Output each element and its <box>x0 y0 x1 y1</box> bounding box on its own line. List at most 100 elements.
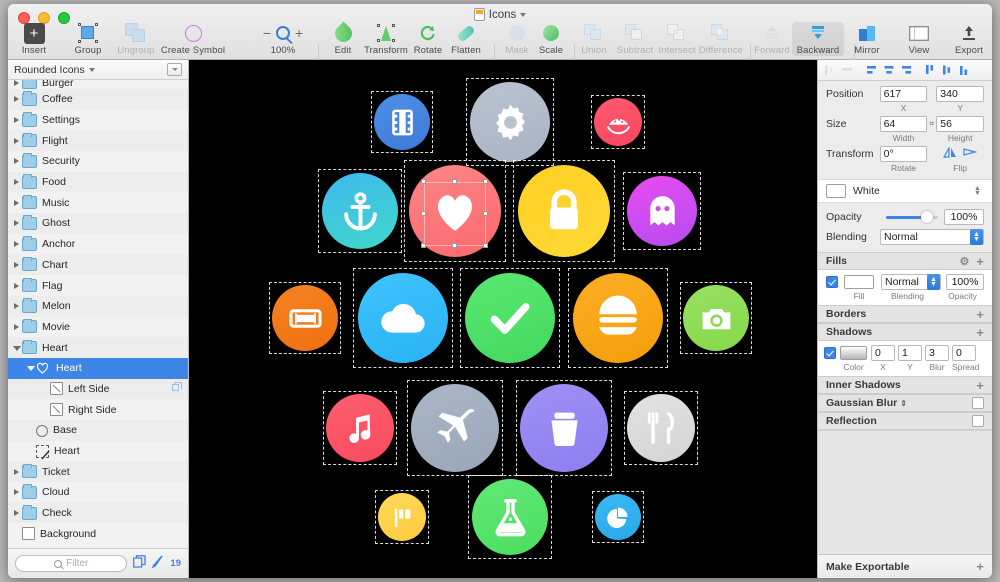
disclosure-triangle[interactable] <box>12 114 21 126</box>
layer-row-left-side[interactable]: Left Side <box>8 378 188 400</box>
burger-icon[interactable] <box>568 268 668 368</box>
shadow-x-input[interactable]: 0 <box>871 345 895 361</box>
check-icon[interactable] <box>460 268 560 368</box>
toolbar-union[interactable]: Union <box>574 22 614 56</box>
shadow-spread-input[interactable]: 0 <box>952 345 976 361</box>
layer-row-melon[interactable]: Melon <box>8 295 188 317</box>
flight-icon[interactable] <box>407 380 503 476</box>
fill-enabled-checkbox[interactable] <box>826 276 838 288</box>
duplicate-icon[interactable] <box>133 554 147 573</box>
layer-row-settings[interactable]: Settings <box>8 110 188 131</box>
food-icon[interactable] <box>624 391 698 465</box>
layer-row-ticket[interactable]: Ticket <box>8 461 188 483</box>
settings-icon[interactable] <box>466 78 554 166</box>
size-height-input[interactable]: 56 <box>936 116 984 132</box>
layer-row-security[interactable]: Security <box>8 151 188 172</box>
opacity-slider[interactable] <box>886 211 938 223</box>
shadow-enabled-checkbox[interactable] <box>824 347 836 359</box>
align-center-button[interactable] <box>881 63 897 78</box>
disclosure-triangle[interactable] <box>12 259 21 271</box>
page-list-button[interactable] <box>167 63 182 76</box>
layer-row-base[interactable]: Base <box>8 420 188 441</box>
cloud-icon[interactable] <box>353 268 453 368</box>
layer-row-coffee[interactable]: Coffee <box>8 89 188 110</box>
layer-row-heart[interactable]: Heart <box>8 337 188 358</box>
layer-row-ghost[interactable]: Ghost <box>8 213 188 234</box>
coffee-icon[interactable] <box>516 380 612 476</box>
disclosure-triangle[interactable] <box>12 80 21 89</box>
search-icon[interactable] <box>276 26 290 40</box>
layer-row-heart[interactable]: Heart <box>8 441 188 462</box>
resize-handle-6[interactable] <box>452 243 457 248</box>
chart-icon[interactable] <box>592 491 644 543</box>
position-y-input[interactable]: 340 <box>936 86 984 102</box>
melon-icon[interactable] <box>591 95 645 149</box>
lock-icon[interactable]: ⌗ <box>927 119 936 129</box>
layer-row-cloud[interactable]: Cloud <box>8 482 188 503</box>
disclosure-triangle[interactable] <box>12 238 21 250</box>
color-stepper[interactable]: ▲ ▼ <box>971 183 984 199</box>
toolbar-create-symbol[interactable]: Create Symbol <box>156 22 230 56</box>
disclosure-triangle[interactable] <box>26 362 35 374</box>
resize-handle-0[interactable] <box>421 179 426 184</box>
heart-icon[interactable] <box>404 160 506 262</box>
layers-list[interactable]: Burger Coffee Settings Flight Security Food Mu… <box>8 80 188 548</box>
camera-icon[interactable] <box>680 282 752 354</box>
shadow-y-input[interactable]: 1 <box>898 345 922 361</box>
resize-handle-2[interactable] <box>483 179 488 184</box>
align-left-button[interactable] <box>864 63 880 78</box>
color-well[interactable] <box>826 184 846 198</box>
layer-row-chart[interactable]: Chart <box>8 254 188 276</box>
align-middle-button[interactable] <box>940 63 956 78</box>
toolbar-backward[interactable]: Backward <box>792 22 844 56</box>
layer-row-flight[interactable]: Flight <box>8 130 188 152</box>
resize-handle-7[interactable] <box>483 243 488 248</box>
toolbar-zoom[interactable]: − + 100% <box>252 22 314 56</box>
toolbar-difference[interactable]: Difference <box>696 22 746 56</box>
toolbar-scale[interactable]: Scale <box>532 22 570 56</box>
resize-handle-3[interactable] <box>421 211 426 216</box>
layer-row-burger[interactable]: Burger <box>8 80 188 89</box>
fill-blending-stepper-icon[interactable]: ▲ ▼ <box>927 274 940 290</box>
layer-row-anchor[interactable]: Anchor <box>8 234 188 255</box>
resize-handle-1[interactable] <box>452 179 457 184</box>
align-left-edges-button[interactable] <box>822 63 838 78</box>
edit-pen-icon[interactable] <box>151 555 164 573</box>
disclosure-triangle[interactable] <box>12 93 21 105</box>
toolbar-transform[interactable]: Transform <box>360 22 412 56</box>
rotate-input[interactable]: 0° <box>879 146 928 162</box>
disclosure-triangle[interactable] <box>12 466 21 478</box>
align-horizontal-center-button[interactable] <box>839 63 855 78</box>
toolbar-intersect[interactable]: Intersect <box>654 22 700 56</box>
zoom-in-icon[interactable]: + <box>295 26 303 40</box>
disclosure-triangle[interactable] <box>12 507 21 519</box>
add-shadow-button[interactable]: + <box>976 325 984 340</box>
disclosure-triangle[interactable] <box>12 176 21 188</box>
disclosure-triangle[interactable] <box>12 197 21 209</box>
make-exportable-bar[interactable]: Make Exportable + <box>818 554 992 578</box>
align-bottom-button[interactable] <box>957 63 973 78</box>
position-x-input[interactable]: 617 <box>879 86 928 102</box>
flag-icon[interactable] <box>375 490 429 544</box>
layer-row-right-side[interactable]: Right Side <box>8 399 188 420</box>
blending-stepper-icon[interactable]: ▲ ▼ <box>970 229 983 245</box>
align-right-button[interactable] <box>898 63 914 78</box>
document-title[interactable]: Icons <box>8 8 992 21</box>
layer-row-movie[interactable]: Movie <box>8 317 188 338</box>
size-width-input[interactable]: 64 <box>879 116 928 132</box>
flip-horizontal-icon[interactable] <box>943 145 957 162</box>
security-icon[interactable] <box>513 160 615 262</box>
toolbar-forward[interactable]: Forward <box>750 22 794 56</box>
disclosure-triangle[interactable] <box>12 280 21 292</box>
toolbar-mirror[interactable]: Mirror <box>842 22 892 56</box>
shadow-blur-input[interactable]: 3 <box>925 345 949 361</box>
resize-handle-5[interactable] <box>421 243 426 248</box>
anchor-icon[interactable] <box>318 169 402 253</box>
filter-input[interactable]: Filter <box>15 555 128 572</box>
reflection-checkbox[interactable] <box>972 415 984 427</box>
disclosure-triangle[interactable] <box>12 300 21 312</box>
disclosure-triangle[interactable] <box>12 135 21 147</box>
disclosure-triangle[interactable] <box>12 217 21 229</box>
gear-icon[interactable]: ⚙ <box>960 255 970 268</box>
toolbar-flatten[interactable]: Flatten <box>444 22 488 56</box>
